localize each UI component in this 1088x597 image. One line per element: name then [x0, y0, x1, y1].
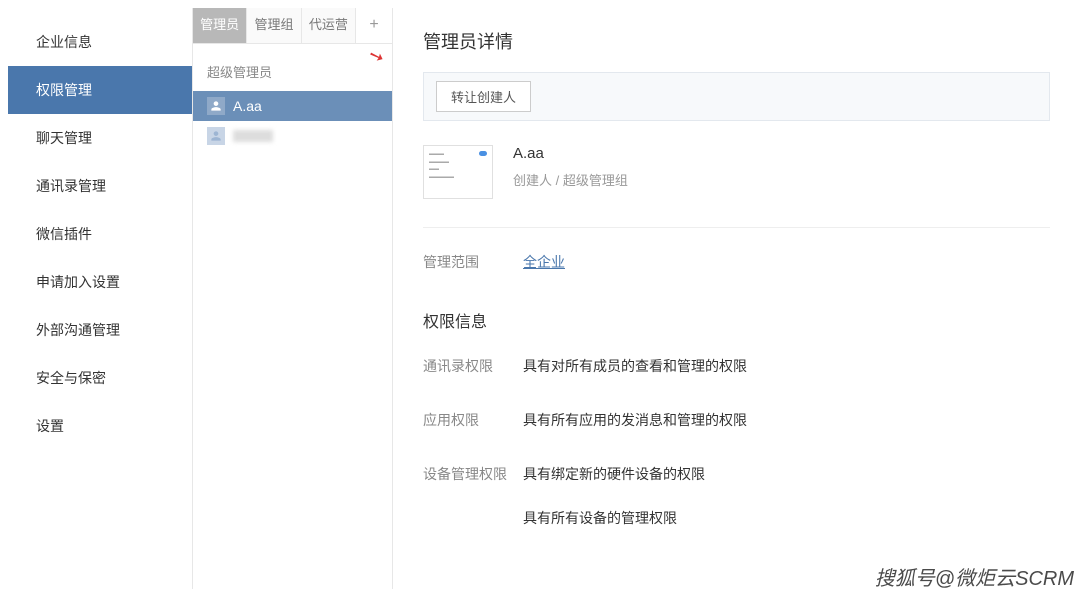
add-tab-button[interactable]: + — [356, 8, 392, 43]
perm-value-line: 具有绑定新的硬件设备的权限 — [523, 464, 705, 484]
perm-value-line: 具有所有设备的管理权限 — [523, 508, 705, 528]
profile-section: ▬▬▬▬▬▬▬▬▬▬▬▬▬▬ A.aa 创建人 / 超级管理组 — [423, 145, 1050, 228]
person-icon — [207, 127, 225, 145]
scope-label: 管理范围 — [423, 252, 523, 272]
action-bar: 转让创建人 — [423, 72, 1050, 121]
admin-list-item[interactable] — [193, 121, 392, 151]
sidebar-item-contacts-mgmt[interactable]: 通讯录管理 — [8, 162, 192, 210]
admin-name: A.aa — [233, 98, 262, 114]
admin-list-panel: 管理员 管理组 代运营 + ➘ 超级管理员 A.aa — [193, 8, 393, 589]
sidebar-item-external-comm[interactable]: 外部沟通管理 — [8, 306, 192, 354]
sidebar-nav: 企业信息 权限管理 聊天管理 通讯录管理 微信插件 申请加入设置 外部沟通管理 … — [8, 8, 193, 589]
person-icon — [207, 97, 225, 115]
sidebar-item-permission-mgmt[interactable]: 权限管理 — [8, 66, 192, 114]
admin-group-header: 超级管理员 — [193, 44, 392, 91]
detail-panel: 管理员详情 转让创建人 ▬▬▬▬▬▬▬▬▬▬▬▬▬▬ A.aa 创建人 / 超级… — [393, 8, 1080, 589]
sidebar-item-wechat-plugin[interactable]: 微信插件 — [8, 210, 192, 258]
perm-label: 设备管理权限 — [423, 464, 523, 528]
scope-value[interactable]: 全企业 — [523, 252, 565, 272]
detail-title: 管理员详情 — [423, 28, 1050, 54]
permission-section-title: 权限信息 — [423, 308, 1050, 332]
admin-list-item[interactable]: A.aa — [193, 91, 392, 121]
transfer-creator-button[interactable]: 转让创建人 — [436, 81, 531, 112]
tab-admin[interactable]: 管理员 — [193, 8, 247, 43]
admin-name-blurred — [233, 130, 273, 142]
profile-role: 创建人 / 超级管理组 — [513, 170, 628, 189]
perm-label: 通讯录权限 — [423, 356, 523, 376]
sidebar-item-chat-mgmt[interactable]: 聊天管理 — [8, 114, 192, 162]
admin-tabs: 管理员 管理组 代运营 + — [193, 8, 392, 44]
sidebar-item-join-request[interactable]: 申请加入设置 — [8, 258, 192, 306]
perm-value: 具有所有应用的发消息和管理的权限 — [523, 410, 747, 430]
perm-value-multi: 具有绑定新的硬件设备的权限 具有所有设备的管理权限 — [523, 464, 705, 528]
sidebar-item-security[interactable]: 安全与保密 — [8, 354, 192, 402]
tab-agent-ops[interactable]: 代运营 — [302, 8, 356, 43]
profile-name: A.aa — [513, 145, 628, 162]
sidebar-item-company-info[interactable]: 企业信息 — [8, 18, 192, 66]
perm-label: 应用权限 — [423, 410, 523, 430]
tab-admin-group[interactable]: 管理组 — [247, 8, 301, 43]
sidebar-item-settings[interactable]: 设置 — [8, 402, 192, 450]
perm-value: 具有对所有成员的查看和管理的权限 — [523, 356, 747, 376]
profile-card-thumbnail: ▬▬▬▬▬▬▬▬▬▬▬▬▬▬ — [423, 145, 493, 199]
